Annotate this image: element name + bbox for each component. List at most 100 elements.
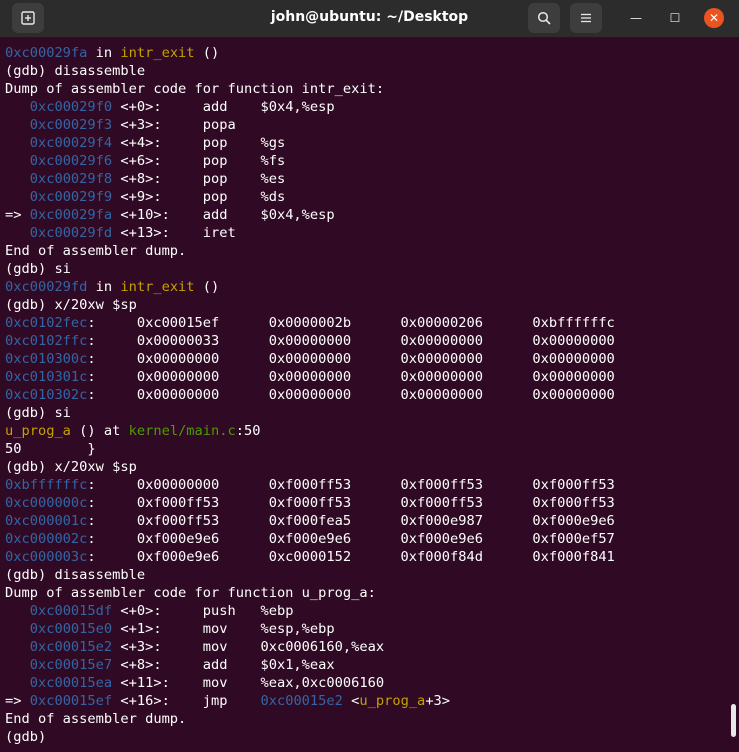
terminal-text: <+3>: popa	[112, 117, 236, 133]
terminal-line: 0xc00029f3 <+3>: popa	[5, 116, 725, 134]
terminal-text: : 0x00000000 0xf000ff53 0xf000ff53 0xf00…	[87, 477, 615, 493]
terminal-text: End of assembler dump.	[5, 711, 187, 727]
terminal-text: (gdb)	[5, 729, 47, 745]
terminal-text: : 0x00000000 0x00000000 0x00000000 0x000…	[87, 351, 615, 367]
close-icon: ✕	[708, 11, 720, 25]
terminal-line: 0xc010302c: 0x00000000 0x00000000 0x0000…	[5, 386, 725, 404]
terminal-line: (gdb) si	[5, 404, 725, 422]
terminal-line: 0xc00015e2 <+3>: mov 0xc0006160,%eax	[5, 638, 725, 656]
terminal-line: 0xc00015e7 <+8>: add $0x1,%eax	[5, 656, 725, 674]
address-text: 0xc00015e2	[29, 639, 113, 655]
search-button[interactable]	[528, 3, 560, 33]
terminal-line: 0xc000003c: 0xf000e9e6 0xc0000152 0xf000…	[5, 548, 725, 566]
terminal-line: (gdb) disassemble	[5, 62, 725, 80]
terminal-text: : 0xc00015ef 0x0000002b 0x00000206 0xbff…	[87, 315, 615, 331]
new-tab-icon	[21, 11, 35, 25]
address-text: 0xc00015ea	[29, 675, 113, 691]
terminal-text: Dump of assembler code for function intr…	[5, 81, 385, 97]
function-name-text: u_prog_a	[5, 423, 71, 439]
terminal-text: (gdb) si	[5, 405, 71, 421]
terminal-line: 0xc0102fec: 0xc00015ef 0x0000002b 0x0000…	[5, 314, 725, 332]
terminal-text: <+11>: mov %eax,0xc0006160	[112, 675, 385, 691]
terminal-text: : 0xf000e9e6 0xf000e9e6 0xf000e9e6 0xf00…	[87, 531, 615, 547]
terminal-text: <	[342, 693, 360, 709]
terminal-line: (gdb) disassemble	[5, 566, 725, 584]
menu-button[interactable]	[570, 3, 602, 33]
address-text: 0xc010302c	[5, 387, 88, 403]
address-text: 0xc010301c	[5, 369, 88, 385]
terminal-line: 0xc00015e0 <+1>: mov %esp,%ebp	[5, 620, 725, 638]
terminal-text: <+4>: pop %gs	[112, 135, 286, 151]
terminal-text: (gdb) x/20xw $sp	[5, 297, 137, 313]
terminal-text: Dump of assembler code for function u_pr…	[5, 585, 376, 601]
terminal-text: (gdb) si	[5, 261, 71, 277]
terminal-text: <+0>: push %ebp	[112, 603, 294, 619]
terminal-line: => 0xc00015ef <+16>: jmp 0xc00015e2 <u_p…	[5, 692, 725, 710]
terminal-line: (gdb) x/20xw $sp	[5, 296, 725, 314]
close-button[interactable]: ✕	[704, 8, 724, 28]
terminal-line: => 0xc00029fa <+10>: add $0x4,%esp	[5, 206, 725, 224]
terminal-text: (gdb) disassemble	[5, 567, 146, 583]
terminal-line: 0xc00029f6 <+6>: pop %fs	[5, 152, 725, 170]
maximize-button[interactable]: ☐	[665, 8, 685, 28]
terminal-text: <+0>: add $0x4,%esp	[112, 99, 335, 115]
terminal-text: ()	[194, 279, 220, 295]
terminal-text: in	[87, 45, 121, 61]
address-text: 0xc00029f0	[29, 99, 113, 115]
terminal-text: : 0xf000ff53 0xf000fea5 0xf000e987 0xf00…	[87, 513, 615, 529]
terminal-text: +3>	[425, 693, 451, 709]
terminal-text: : 0x00000033 0x00000000 0x00000000 0x000…	[87, 333, 615, 349]
address-text: 0xc00015e0	[29, 621, 113, 637]
new-tab-button[interactable]	[12, 3, 44, 33]
terminal-line: 0xc00015ea <+11>: mov %eax,0xc0006160	[5, 674, 725, 692]
terminal-line: 0xc00029f9 <+9>: pop %ds	[5, 188, 725, 206]
terminal-line: 0xc0102ffc: 0x00000033 0x00000000 0x0000…	[5, 332, 725, 350]
terminal-text: : 0xf000e9e6 0xc0000152 0xf000f84d 0xf00…	[87, 549, 615, 565]
function-name-text: intr_exit	[120, 279, 195, 295]
address-text: 0xc00029fa	[5, 45, 88, 61]
terminal-line: 0xc00029f8 <+8>: pop %es	[5, 170, 725, 188]
address-text: 0xc00029fa	[29, 207, 113, 223]
minimize-button[interactable]: —	[626, 8, 646, 28]
title-bar: john@ubuntu: ~/Desktop — ☐ ✕	[0, 0, 739, 38]
terminal-line: 0xc000002c: 0xf000e9e6 0xf000e9e6 0xf000…	[5, 530, 725, 548]
terminal-text: : 0x00000000 0x00000000 0x00000000 0x000…	[87, 387, 615, 403]
terminal-text: <+6>: pop %fs	[112, 153, 286, 169]
address-text: 0xc0102fec	[5, 315, 88, 331]
scrollbar-thumb[interactable]	[731, 704, 736, 737]
address-text: 0xc00029f9	[29, 189, 113, 205]
address-text: 0xc000000c	[5, 495, 88, 511]
terminal-line: u_prog_a () at kernel/main.c:50	[5, 422, 725, 440]
address-text: 0xc00029fd	[29, 225, 113, 241]
terminal-line: Dump of assembler code for function intr…	[5, 80, 725, 98]
terminal-text: <+10>: add $0x4,%esp	[112, 207, 335, 223]
address-text: 0xc00015df	[29, 603, 113, 619]
terminal-text: (gdb) disassemble	[5, 63, 146, 79]
terminal-text: <+3>: mov 0xc0006160,%eax	[112, 639, 385, 655]
terminal-text: =>	[5, 693, 30, 709]
hamburger-menu-icon	[581, 13, 591, 23]
terminal-line: 0xc010300c: 0x00000000 0x00000000 0x0000…	[5, 350, 725, 368]
terminal-line: Dump of assembler code for function u_pr…	[5, 584, 725, 602]
terminal-text: () at	[70, 423, 129, 439]
function-name-text: u_prog_a	[359, 693, 426, 709]
terminal-text: <+13>: iret	[112, 225, 236, 241]
address-text: 0xc00015e2	[260, 693, 343, 709]
search-icon	[537, 11, 551, 25]
terminal-line: 0xc00029fd in intr_exit ()	[5, 278, 725, 296]
function-name-text: intr_exit	[120, 45, 195, 61]
terminal-line: 0xc00029fa in intr_exit ()	[5, 44, 725, 62]
terminal-text: <+16>: jmp	[112, 693, 261, 709]
terminal-text: ()	[194, 45, 220, 61]
terminal-output[interactable]: 0xc00029fa in intr_exit () (gdb) disassem…	[5, 44, 725, 749]
address-text: 0xc0102ffc	[5, 333, 88, 349]
address-text: 0xc00029f6	[29, 153, 113, 169]
terminal-line: End of assembler dump.	[5, 710, 725, 728]
